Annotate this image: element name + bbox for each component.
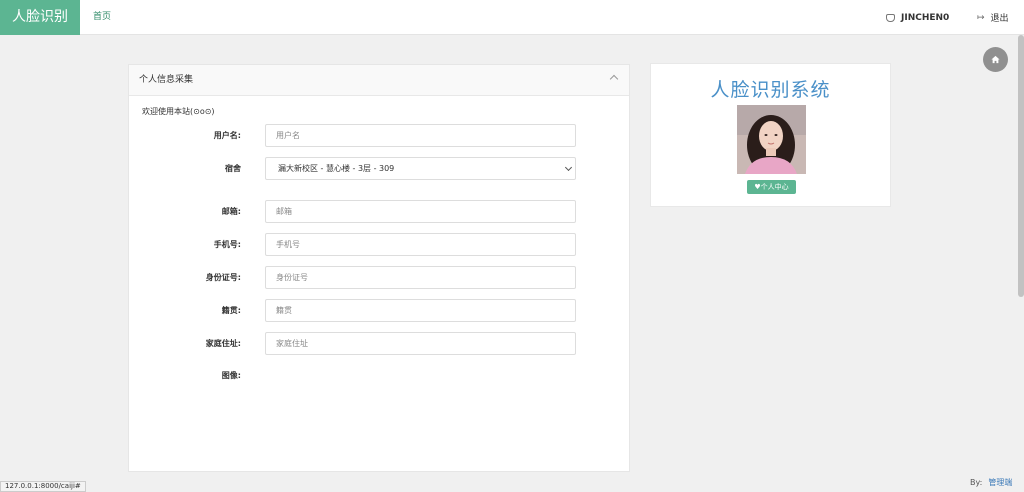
panel-title: 个人信息采集 bbox=[139, 75, 194, 85]
email-input[interactable] bbox=[265, 200, 576, 223]
top-navbar: 人脸识别 首页 JINCHEN0 ↦ 退出 bbox=[0, 0, 1024, 35]
browser-status-url: 127.0.0.1:8000/caiji# bbox=[0, 481, 86, 492]
profile-card: 人脸识别系统 ♥个人中心 bbox=[650, 63, 891, 207]
avatar bbox=[737, 105, 806, 174]
system-title: 人脸识别系统 bbox=[710, 79, 831, 101]
email-label: 邮箱: bbox=[221, 207, 241, 216]
logout-button[interactable]: ↦ 退出 bbox=[977, 0, 1009, 35]
user-menu[interactable]: JINCHEN0 bbox=[886, 0, 949, 35]
form-row-idcard: 身份证号: bbox=[129, 266, 629, 289]
logout-label: 退出 bbox=[990, 14, 1009, 24]
brand-logo[interactable]: 人脸识别 bbox=[0, 0, 80, 35]
hometown-input[interactable] bbox=[265, 299, 576, 322]
phone-label: 手机号: bbox=[213, 240, 241, 249]
phone-input[interactable] bbox=[265, 233, 576, 256]
address-label: 家庭住址: bbox=[205, 339, 241, 348]
home-fab-button[interactable] bbox=[983, 47, 1008, 72]
form-row-image: 图像: bbox=[129, 364, 629, 387]
hometown-label: 籍贯: bbox=[221, 306, 241, 315]
idcard-input[interactable] bbox=[265, 266, 576, 289]
form-row-address: 家庭住址: bbox=[129, 332, 629, 355]
personal-center-button[interactable]: ♥个人中心 bbox=[747, 180, 796, 194]
dorm-select[interactable]: 漏大新校区 - 慧心楼 - 3层 - 309 bbox=[265, 157, 576, 180]
form-row-dorm: 宿舍 漏大新校区 - 慧心楼 - 3层 - 309 bbox=[129, 157, 629, 180]
image-label: 图像: bbox=[221, 371, 241, 380]
collapse-chevron-icon[interactable] bbox=[609, 74, 619, 84]
logout-icon: ↦ bbox=[977, 12, 985, 23]
user-icon bbox=[886, 13, 895, 22]
form-row-username: 用户名: bbox=[129, 124, 629, 147]
panel-header: 个人信息采集 bbox=[129, 65, 629, 96]
username-input[interactable] bbox=[265, 124, 576, 147]
form-row-email: 邮箱: bbox=[129, 200, 629, 223]
dorm-selected-value: 漏大新校区 - 慧心楼 - 3层 - 309 bbox=[278, 164, 395, 173]
welcome-text: 欢迎使用本站(⊙o⊙) bbox=[142, 107, 215, 116]
form-row-hometown: 籍贯: bbox=[129, 299, 629, 322]
dorm-label: 宿舍 bbox=[225, 164, 241, 173]
username-label: JINCHEN0 bbox=[901, 12, 950, 23]
footer: By: 管理端 bbox=[970, 477, 1012, 488]
form-row-phone: 手机号: bbox=[129, 233, 629, 256]
username-label: 用户名: bbox=[213, 131, 241, 140]
idcard-label: 身份证号: bbox=[205, 273, 241, 282]
footer-by-label: By: bbox=[970, 478, 983, 487]
nav-home-link[interactable]: 首页 bbox=[93, 0, 111, 35]
chevron-down-icon bbox=[564, 163, 573, 172]
admin-link[interactable]: 管理端 bbox=[988, 478, 1012, 487]
home-icon bbox=[991, 55, 1000, 64]
info-collection-panel: 个人信息采集 欢迎使用本站(⊙o⊙) 用户名: 宿舍 漏大新校区 - 慧心楼 -… bbox=[128, 64, 630, 472]
page-scrollbar[interactable] bbox=[1018, 35, 1024, 297]
address-input[interactable] bbox=[265, 332, 576, 355]
